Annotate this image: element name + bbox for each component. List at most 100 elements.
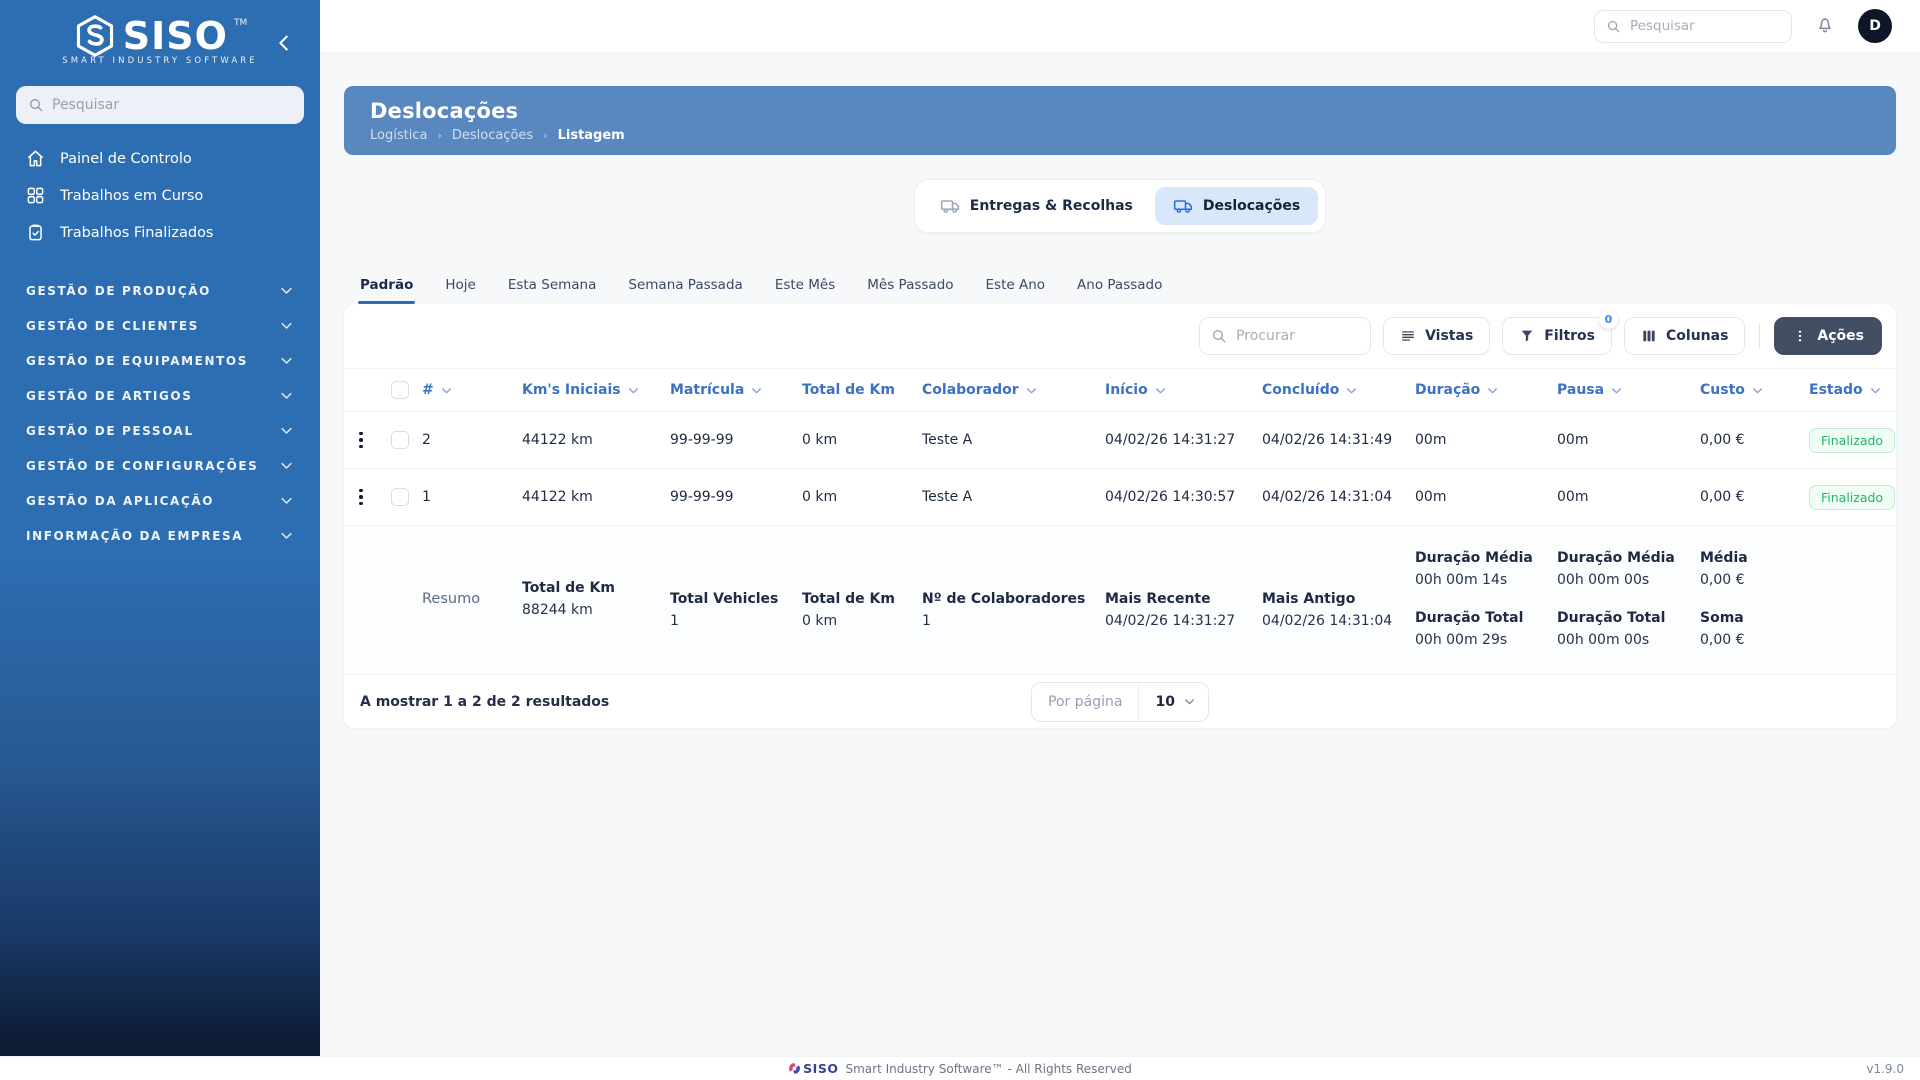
toggle-label: Entregas & Recolhas (969, 198, 1133, 214)
cell-inicio: 04/02/26 14:30:57 (1105, 489, 1236, 505)
status-badge: Finalizado (1809, 427, 1896, 453)
column-header-num[interactable]: # (422, 382, 522, 398)
tab-ano-passado[interactable]: Ano Passado (1075, 277, 1164, 304)
topbar-search-input[interactable] (1594, 9, 1792, 43)
cell-matricula: 99-99-99 (670, 489, 734, 505)
chevron-down-icon (279, 283, 294, 298)
chevron-down-icon (279, 493, 294, 508)
cell-custo: 0,00 € (1700, 432, 1745, 448)
select-all-checkbox[interactable] (391, 381, 409, 399)
clipboard-icon (26, 223, 45, 242)
chevron-down-icon (279, 388, 294, 403)
cell-pausa: 00m (1557, 489, 1589, 505)
sidebar-section-gestao-de-producao[interactable]: GESTÃO DE PRODUÇÃO (0, 273, 320, 308)
toggle-entregas-recolhas[interactable]: Entregas & Recolhas (922, 187, 1151, 225)
tab-este-ano[interactable]: Este Ano (984, 277, 1048, 304)
section-label: GESTÃO DE ARTIGOS (26, 388, 193, 403)
tab-este-mes[interactable]: Este Mês (773, 277, 837, 304)
sort-chevron-icon (1610, 384, 1623, 397)
sort-chevron-icon (1345, 384, 1358, 397)
breadcrumb-separator: › (437, 129, 442, 142)
sidebar-section-gestao-de-configuracoes[interactable]: GESTÃO DE CONFIGURAÇÕES (0, 448, 320, 483)
toolbar-divider (1759, 323, 1761, 349)
topbar: D (320, 0, 1920, 52)
per-page-select[interactable]: Por página 10 (1031, 681, 1209, 722)
sort-chevron-icon (750, 384, 763, 397)
vistas-button[interactable]: Vistas (1383, 317, 1491, 355)
row-checkbox[interactable] (391, 488, 409, 506)
section-label: GESTÃO DE CLIENTES (26, 318, 199, 333)
column-header-pausa[interactable]: Pausa (1557, 382, 1700, 398)
sidebar-section-gestao-de-clientes[interactable]: GESTÃO DE CLIENTES (0, 308, 320, 343)
sidebar-item-label: Painel de Controlo (60, 150, 192, 167)
column-header-kms-iniciais[interactable]: Km's Iniciais (522, 382, 670, 398)
column-header-concluido[interactable]: Concluído (1262, 382, 1415, 398)
sidebar-section-gestao-de-artigos[interactable]: GESTÃO DE ARTIGOS (0, 378, 320, 413)
main-area: D Deslocações Logística › Deslocações › … (320, 0, 1920, 1056)
summary-pausa: Duração Média 00h 00m 00s Duração Total … (1557, 550, 1675, 648)
sidebar-item-painel-de-controlo[interactable]: Painel de Controlo (0, 140, 320, 177)
cell-colaborador: Teste A (922, 489, 973, 505)
table-card: Vistas Filtros 0 Colunas Ações (344, 304, 1896, 728)
sidebar-collapse-button[interactable] (272, 32, 296, 56)
column-header-duracao[interactable]: Duração (1415, 382, 1557, 398)
chevron-down-icon (279, 318, 294, 333)
sidebar-search-input[interactable] (16, 86, 304, 124)
sort-chevron-icon (627, 384, 640, 397)
grid-icon (26, 186, 45, 205)
per-page-label: Por página (1048, 693, 1123, 710)
footer-siso-logo: SISO (788, 1061, 838, 1076)
column-header-matricula[interactable]: Matrícula (670, 382, 802, 398)
dots-vertical-icon (1792, 328, 1808, 344)
column-header-colaborador[interactable]: Colaborador (922, 382, 1105, 398)
page-header-banner: Deslocações Logística › Deslocações › Li… (344, 86, 1896, 155)
sidebar-section-gestao-de-equipamentos[interactable]: GESTÃO DE EQUIPAMENTOS (0, 343, 320, 378)
toggle-deslocacoes[interactable]: Deslocações (1154, 187, 1319, 225)
sidebar-item-trabalhos-em-curso[interactable]: Trabalhos em Curso (0, 177, 320, 214)
colunas-button[interactable]: Colunas (1624, 317, 1746, 355)
row-actions-menu-button[interactable] (344, 431, 378, 449)
toggle-label: Deslocações (1202, 198, 1301, 214)
acoes-button[interactable]: Ações (1774, 317, 1882, 355)
tab-esta-semana[interactable]: Esta Semana (506, 277, 599, 304)
notifications-button[interactable] (1814, 15, 1836, 37)
per-page-value: 10 (1155, 693, 1175, 710)
column-header-inicio[interactable]: Início (1105, 382, 1262, 398)
tab-mes-passado[interactable]: Mês Passado (865, 277, 955, 304)
user-avatar[interactable]: D (1858, 9, 1892, 43)
cell-duracao: 00m (1415, 432, 1447, 448)
sort-chevron-icon (1486, 384, 1499, 397)
sort-chevron-icon (1025, 384, 1038, 397)
row-checkbox[interactable] (391, 431, 409, 449)
sidebar-item-trabalhos-finalizados[interactable]: Trabalhos Finalizados (0, 214, 320, 251)
sidebar-nav: Painel de Controlo Trabalhos em Curso Tr… (0, 140, 320, 251)
column-header-estado[interactable]: Estado (1809, 382, 1896, 398)
list-icon (1400, 328, 1416, 344)
app-version: v1.9.0 (1866, 1061, 1904, 1076)
summary-inicio: Mais Recente 04/02/26 14:31:27 (1105, 591, 1236, 629)
breadcrumb-deslocacoes[interactable]: Deslocações (452, 128, 533, 143)
column-header-total-de-km: Total de Km (802, 382, 895, 398)
tab-semana-passada[interactable]: Semana Passada (626, 277, 744, 304)
column-header-custo[interactable]: Custo (1700, 382, 1809, 398)
breadcrumb-logistica[interactable]: Logística (370, 128, 427, 143)
logo-wordmark: SISO (122, 14, 228, 58)
table-summary-row: Resumo Total de Km 88244 km Total Vehicl… (344, 526, 1896, 674)
row-actions-menu-button[interactable] (344, 488, 378, 506)
siso-logo-icon (73, 14, 117, 58)
filtros-button[interactable]: Filtros 0 (1502, 310, 1618, 355)
tab-hoje[interactable]: Hoje (443, 277, 477, 304)
sidebar-section-gestao-de-pessoal[interactable]: GESTÃO DE PESSOAL (0, 413, 320, 448)
sort-chevron-icon (1154, 384, 1167, 397)
chevron-down-icon (279, 458, 294, 473)
sidebar-section-informacao-da-empresa[interactable]: INFORMAÇÃO DA EMPRESA (0, 518, 320, 553)
bell-icon (1815, 15, 1835, 35)
tab-padrao[interactable]: Padrão (358, 277, 416, 304)
search-icon (28, 97, 44, 113)
columns-icon (1641, 328, 1657, 344)
sidebar-section-gestao-da-aplicacao[interactable]: GESTÃO DA APLICAÇÃO (0, 483, 320, 518)
cell-kms-iniciais: 44122 km (522, 432, 593, 448)
section-label: INFORMAÇÃO DA EMPRESA (26, 528, 244, 543)
sort-chevron-icon (1751, 384, 1764, 397)
cell-custo: 0,00 € (1700, 489, 1745, 505)
